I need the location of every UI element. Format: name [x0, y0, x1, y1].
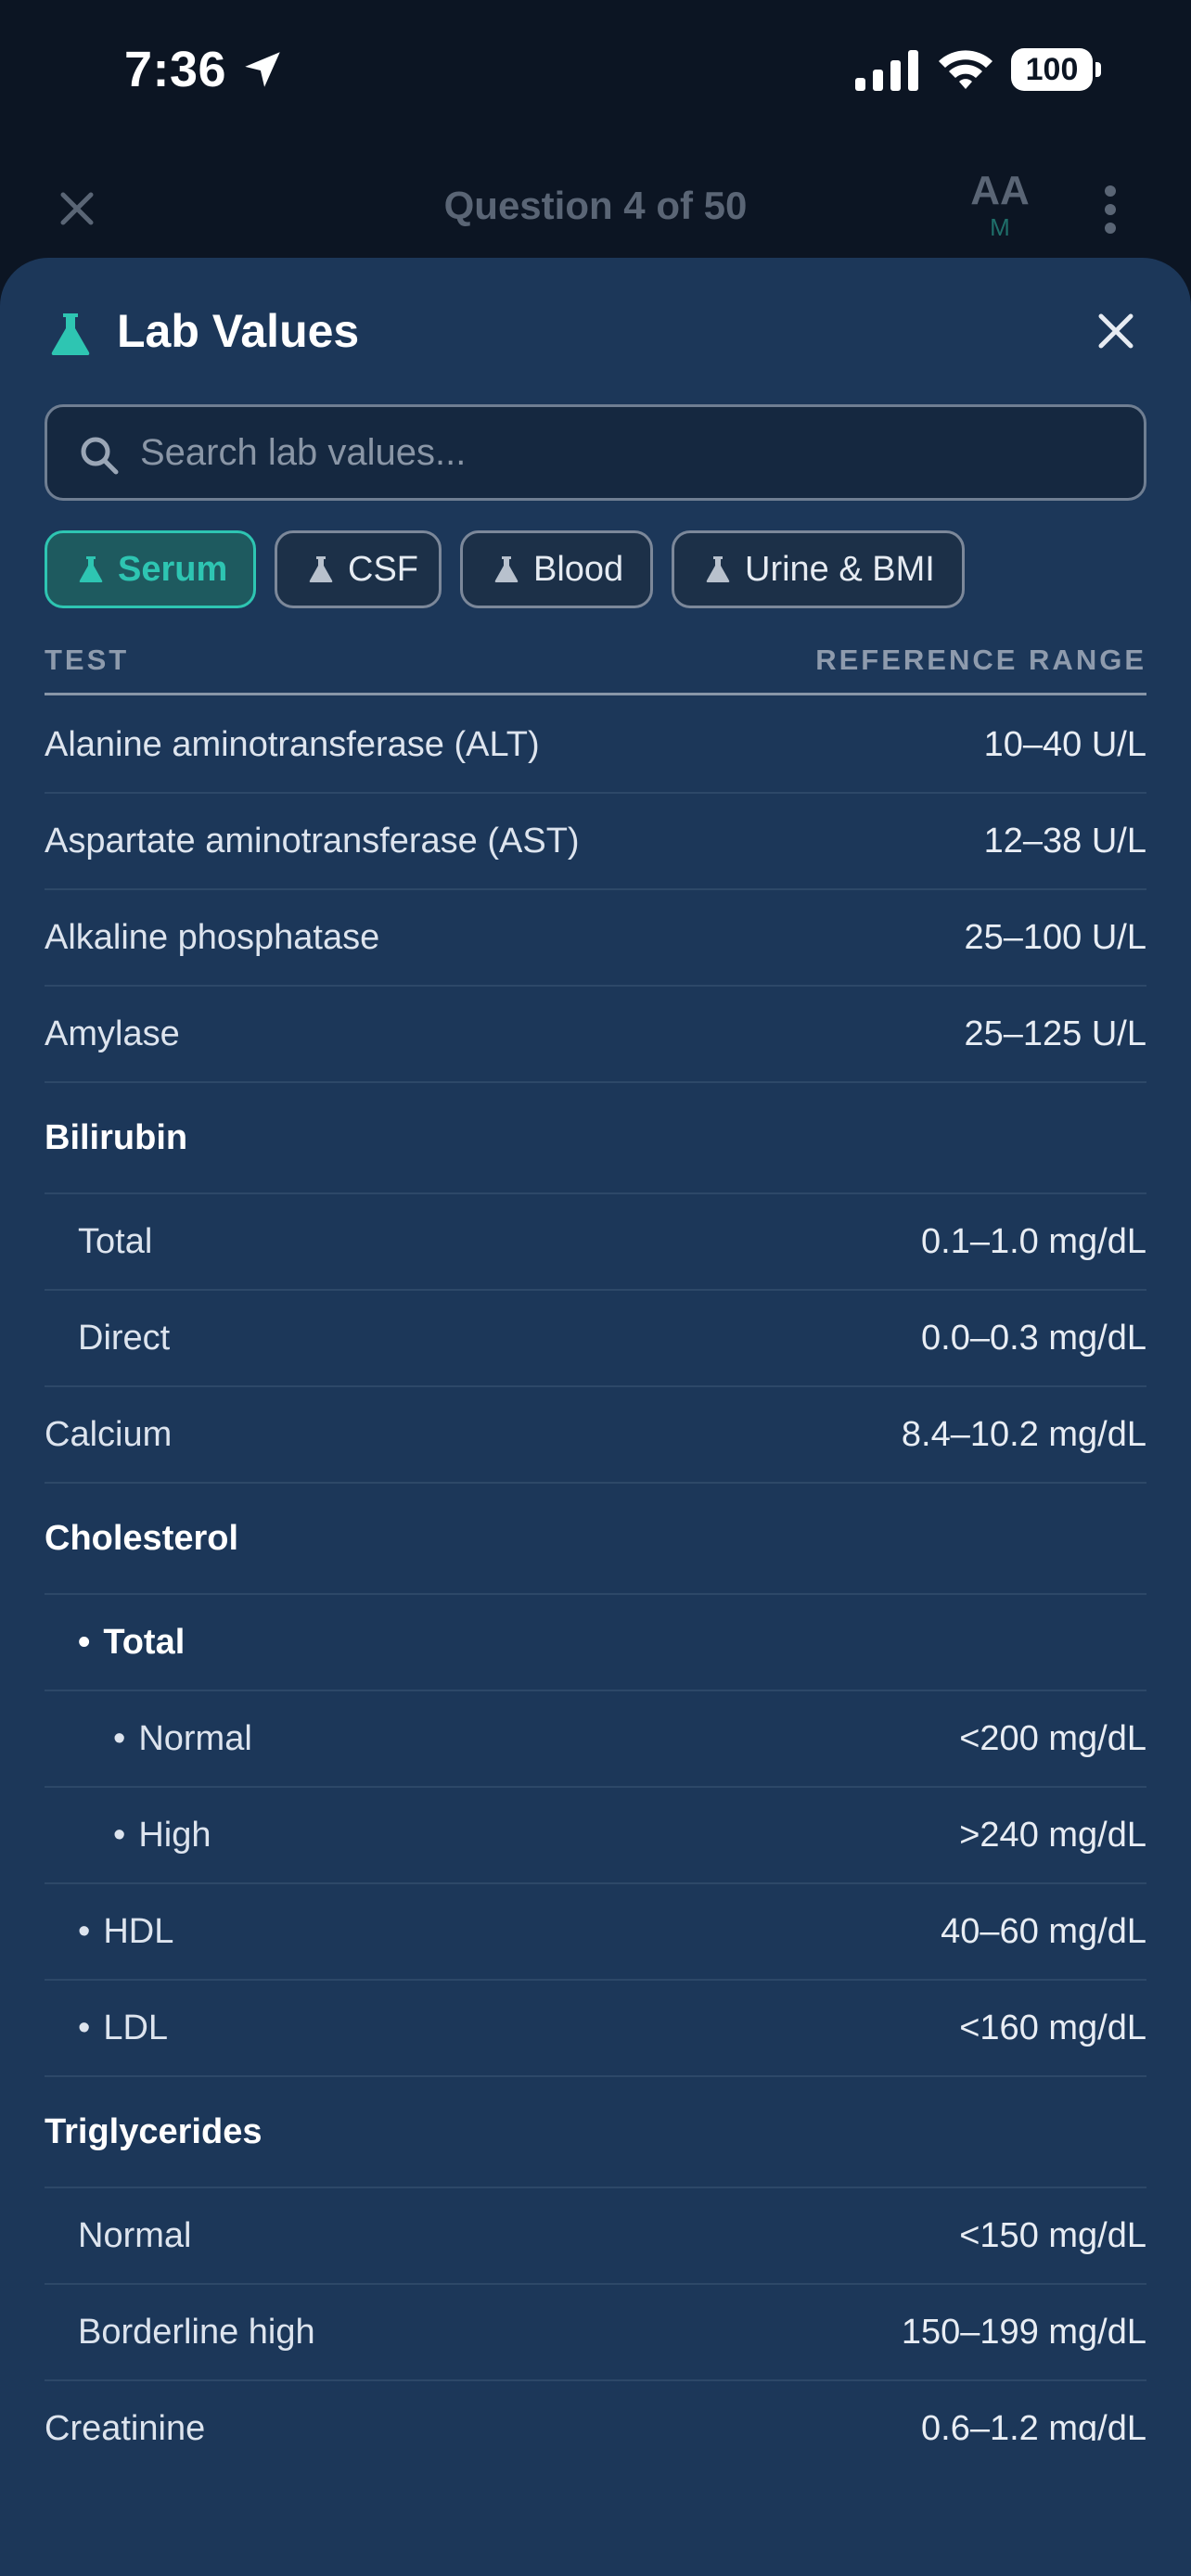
table-row: • Normal <200 mg/dL	[45, 1691, 1146, 1788]
table-row: Normal <150 mg/dL	[45, 2188, 1146, 2285]
reference-range: 25–100 U/L	[964, 917, 1147, 957]
table-row: Amylase 25–125 U/L	[45, 987, 1146, 1083]
test-name: Normal	[138, 1718, 252, 1758]
lab-values-sheet: Lab Values Serum CSF Blood Urine & BMI	[0, 258, 1191, 2576]
table-row: • High >240 mg/dL	[45, 1788, 1146, 1884]
bullet-icon: •	[113, 1718, 126, 1758]
table-row: Alanine aminotransferase (ALT) 10–40 U/L	[45, 697, 1146, 794]
test-name: Direct	[78, 1318, 171, 1358]
column-header-test: TEST	[45, 644, 130, 676]
test-name: Aspartate aminotransferase (AST)	[45, 821, 580, 861]
reference-range: <150 mg/dL	[959, 2215, 1146, 2255]
test-name: Normal	[78, 2215, 192, 2255]
flask-icon	[706, 556, 730, 582]
table-row: Aspartate aminotransferase (AST) 12–38 U…	[45, 794, 1146, 890]
section-header-row: Triglycerides	[45, 2077, 1146, 2188]
sheet-title: Lab Values	[117, 305, 360, 357]
tab-label: Blood	[533, 549, 624, 589]
tab-csf[interactable]: CSF	[275, 530, 442, 608]
section-header-row: Bilirubin	[45, 1083, 1146, 1194]
font-size-level: M	[990, 213, 1010, 241]
table-row: • LDL <160 mg/dL	[45, 1981, 1146, 2077]
table-row: Direct 0.0–0.3 mg/dL	[45, 1291, 1146, 1387]
reference-range: 150–199 mg/dL	[901, 2312, 1146, 2352]
reference-range: >240 mg/dL	[959, 1815, 1146, 1855]
test-name: Creatinine	[45, 2408, 206, 2442]
table-row: Total 0.1–1.0 mg/dL	[45, 1194, 1146, 1291]
reference-range: 12–38 U/L	[983, 821, 1146, 861]
flask-icon	[309, 556, 333, 582]
column-header-reference-range: REFERENCE RANGE	[815, 644, 1146, 676]
status-bar: 7:36 100	[0, 0, 1191, 139]
tab-label: CSF	[348, 549, 418, 589]
table-row: Borderline high 150–199 mg/dL	[45, 2285, 1146, 2381]
test-name: Alkaline phosphatase	[45, 917, 380, 957]
table-row: Alkaline phosphatase 25–100 U/L	[45, 890, 1146, 987]
sheet-header: Lab Values	[0, 258, 1191, 406]
category-tabs: Serum CSF Blood Urine & BMI	[45, 530, 1146, 610]
test-name: Alanine aminotransferase (ALT)	[45, 724, 540, 764]
flask-icon	[79, 556, 103, 582]
test-name: LDL	[103, 2008, 169, 2047]
bullet-icon: •	[113, 1815, 126, 1855]
tab-blood[interactable]: Blood	[460, 530, 653, 608]
table-row: • Total	[45, 1595, 1146, 1691]
table-header: TEST REFERENCE RANGE	[45, 638, 1146, 695]
lab-values-table: Alanine aminotransferase (ALT) 10–40 U/L…	[45, 697, 1146, 2441]
reference-range: 0.6–1.2 mg/dL	[921, 2408, 1146, 2442]
flask-icon	[51, 313, 90, 355]
wifi-icon	[939, 50, 992, 89]
reference-range: 8.4–10.2 mg/dL	[901, 1414, 1146, 1454]
test-name: Amylase	[45, 1014, 180, 1053]
tab-urine-bmi[interactable]: Urine & BMI	[672, 530, 965, 608]
bullet-icon: •	[78, 1622, 91, 1662]
location-arrow-icon	[245, 52, 280, 87]
bullet-icon: •	[78, 2008, 91, 2047]
test-name: High	[138, 1815, 211, 1855]
search-box	[45, 404, 1146, 501]
cellular-signal-icon	[855, 50, 918, 91]
search-icon	[81, 437, 119, 475]
tab-serum[interactable]: Serum	[45, 530, 256, 608]
test-name: Borderline high	[78, 2312, 315, 2352]
table-row: Creatinine 0.6–1.2 mg/dL	[45, 2381, 1146, 2442]
test-name: HDL	[103, 1911, 174, 1951]
test-name: Total	[103, 1622, 186, 1662]
search-input[interactable]	[140, 420, 1123, 485]
test-name: Total	[78, 1221, 153, 1261]
reference-range: 10–40 U/L	[983, 724, 1146, 764]
battery-level: 100	[1025, 51, 1079, 87]
section-title: Bilirubin	[45, 1117, 188, 1157]
reference-range: 25–125 U/L	[964, 1014, 1147, 1053]
font-size-button[interactable]: AA M	[965, 169, 1035, 243]
flask-icon	[494, 556, 519, 582]
section-title: Cholesterol	[45, 1518, 239, 1558]
tab-label: Serum	[118, 549, 228, 589]
reference-range: 0.0–0.3 mg/dL	[921, 1318, 1146, 1358]
table-row: • HDL 40–60 mg/dL	[45, 1884, 1146, 1981]
reference-range: 40–60 mg/dL	[941, 1911, 1146, 1951]
more-vertical-icon[interactable]	[1095, 184, 1126, 236]
reference-range: <200 mg/dL	[959, 1718, 1146, 1758]
font-size-label: AA	[970, 168, 1030, 213]
tab-label: Urine & BMI	[745, 549, 935, 589]
reference-range: <160 mg/dL	[959, 2008, 1146, 2047]
status-time: 7:36	[124, 42, 227, 97]
section-title: Triglycerides	[45, 2111, 263, 2151]
test-name: Calcium	[45, 1414, 173, 1454]
bullet-icon: •	[78, 1911, 91, 1951]
battery-indicator: 100	[1011, 48, 1102, 91]
table-row: Calcium 8.4–10.2 mg/dL	[45, 1387, 1146, 1484]
section-header-row: Cholesterol	[45, 1484, 1146, 1595]
reference-range: 0.1–1.0 mg/dL	[921, 1221, 1146, 1261]
close-icon[interactable]	[1095, 310, 1137, 352]
